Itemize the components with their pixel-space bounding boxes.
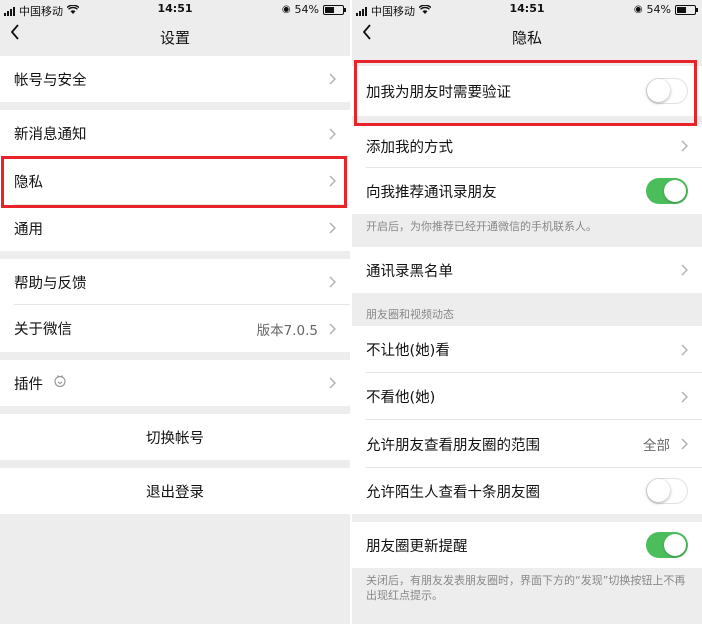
setting-stranger-view: 允许陌生人查看十条朋友圈 [352, 468, 702, 514]
nav-bar: 隐私 [352, 18, 702, 54]
menu-item-add-methods[interactable]: 添加我的方式 [352, 124, 702, 168]
setting-recommend-contacts: 向我推荐通讯录朋友 [352, 168, 702, 214]
recommend-note: 开启后，为你推荐已经开通微信的手机联系人。 [366, 220, 597, 233]
update-remind-note: 关闭后，有朋友发表朋友圈时，界面下方的“发现”切换按钮上不再出现红点提示。 [366, 574, 686, 602]
menu-item-privacy[interactable]: 隐私 [0, 157, 350, 205]
menu-item-label: 通用 [14, 221, 43, 238]
menu-item-blacklist[interactable]: 通讯录黑名单 [352, 247, 702, 293]
menu-item-help-feedback[interactable]: 帮助与反馈 [0, 259, 350, 305]
page-title: 设置 [159, 29, 190, 47]
chevron-right-icon [681, 264, 688, 276]
menu-item-label: 隐私 [14, 174, 43, 191]
chevron-right-icon [681, 438, 688, 450]
battery-icon [323, 4, 346, 15]
status-bar: 中国移动 14:51 ◉ 54% [0, 0, 350, 18]
menu-item-plugins[interactable]: 插件 [0, 360, 350, 406]
plugin-icon [53, 374, 67, 392]
menu-item-account-security[interactable]: 帐号与安全 [0, 56, 350, 102]
menu-item-label: 帮助与反馈 [14, 275, 87, 292]
menu-item-general[interactable]: 通用 [0, 205, 350, 251]
setting-label: 向我推荐通讯录朋友 [366, 184, 497, 201]
menu-item-label: 通讯录黑名单 [366, 263, 453, 280]
page-title: 隐私 [511, 29, 542, 47]
recommend-toggle[interactable] [646, 178, 688, 204]
chevron-right-icon [329, 276, 336, 288]
menu-item-label: 新消息通知 [14, 127, 87, 143]
switch-account-button[interactable]: 切换帐号 [0, 414, 350, 460]
stranger-toggle[interactable] [646, 478, 688, 504]
menu-item-label: 不看他(她) [366, 390, 436, 406]
update-remind-toggle[interactable] [646, 532, 688, 558]
chevron-right-icon [329, 127, 336, 140]
chevron-right-icon [681, 390, 688, 403]
battery-percent: 54% [646, 3, 671, 16]
battery-icon [675, 4, 698, 15]
setting-label: 加我为朋友时需要验证 [366, 84, 511, 101]
rotation-lock-icon: ◉ [281, 4, 291, 15]
rotation-lock-icon: ◉ [633, 4, 643, 15]
logout-label: 退出登录 [146, 484, 204, 501]
chevron-right-icon [681, 343, 688, 356]
menu-item-label: 帐号与安全 [14, 72, 87, 89]
chevron-right-icon [329, 73, 336, 85]
range-value: 全部 [643, 438, 670, 454]
verify-toggle[interactable] [646, 78, 688, 104]
menu-item-dont-let-see[interactable]: 不让他(她)看 [352, 326, 702, 373]
menu-item-dont-see[interactable]: 不看他(她) [352, 373, 702, 420]
chevron-right-icon [329, 222, 336, 234]
menu-item-label: 添加我的方式 [366, 139, 453, 156]
menu-item-moments-range[interactable]: 允许朋友查看朋友圈的范围 全部 [352, 420, 702, 468]
settings-screen: 中国移动 14:51 ◉ 54% 设置 帐号与安全 新消息通知 隐私 通用 帮助… [0, 0, 350, 624]
logout-button[interactable]: 退出登录 [0, 468, 350, 514]
chevron-right-icon [329, 322, 336, 335]
setting-label: 朋友圈更新提醒 [366, 538, 468, 555]
privacy-screen: 中国移动 14:51 ◉ 54% 隐私 加我为朋友时需要验证 添加我的方式 向我… [352, 0, 702, 624]
chevron-right-icon [681, 140, 688, 152]
menu-item-label: 关于微信 [14, 322, 72, 338]
battery-percent: 54% [294, 3, 319, 16]
menu-item-about[interactable]: 关于微信 版本7.0.5 [0, 305, 350, 352]
version-value: 版本7.0.5 [256, 322, 318, 339]
setting-moments-update-remind: 朋友圈更新提醒 [352, 522, 702, 568]
status-bar: 中国移动 14:51 ◉ 54% [352, 0, 702, 18]
nav-bar: 设置 [0, 18, 350, 54]
menu-item-label: 允许朋友查看朋友圈的范围 [366, 437, 540, 454]
setting-label: 允许陌生人查看十条朋友圈 [366, 484, 540, 501]
menu-item-label: 不让他(她)看 [366, 343, 450, 359]
chevron-right-icon [329, 377, 336, 389]
switch-account-label: 切换帐号 [146, 430, 204, 447]
menu-item-label: 插件 [14, 376, 43, 393]
menu-item-notifications[interactable]: 新消息通知 [0, 110, 350, 157]
chevron-right-icon [329, 175, 336, 187]
setting-verify-friend: 加我为朋友时需要验证 [352, 66, 702, 116]
section-header-moments: 朋友圈和视频动态 [366, 308, 454, 321]
